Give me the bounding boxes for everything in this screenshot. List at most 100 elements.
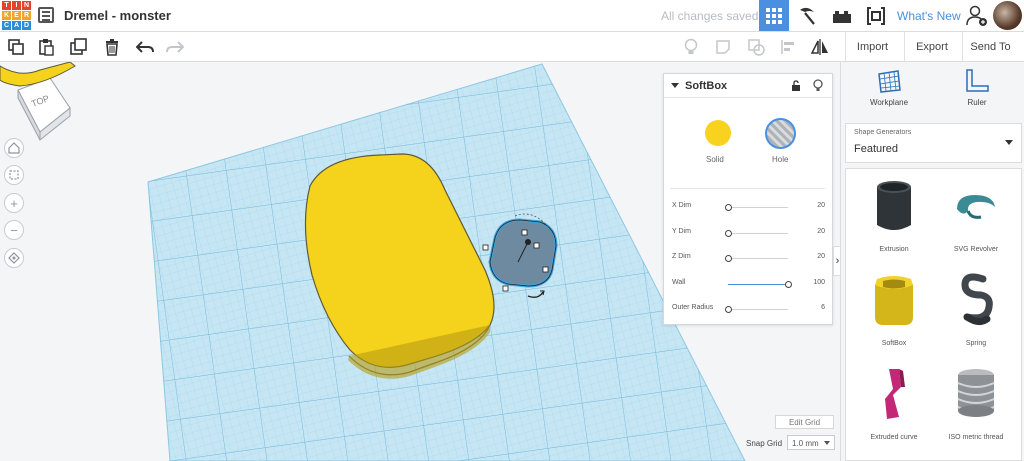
undo-button[interactable] (134, 37, 156, 57)
send-to-button[interactable]: Send To (962, 32, 1018, 61)
hole-label: Hole (772, 155, 789, 164)
thread-icon (957, 369, 995, 417)
property-slider[interactable] (724, 255, 788, 262)
duplicate-button[interactable] (68, 37, 90, 57)
add-user-button[interactable] (964, 0, 990, 31)
3d-design-view-button[interactable] (759, 0, 789, 31)
property-slider[interactable] (728, 280, 792, 288)
bricks-button[interactable] (827, 0, 857, 31)
add-user-icon (966, 5, 987, 26)
shape-library-value: Featured (854, 143, 899, 155)
pickaxe-button[interactable] (792, 0, 822, 31)
pickaxe-icon (800, 7, 815, 25)
svg-revolver-icon (957, 195, 995, 219)
group-button[interactable] (745, 37, 767, 57)
mirror-button[interactable] (809, 37, 831, 57)
property-slider[interactable] (724, 204, 788, 211)
export-button[interactable]: Export (904, 32, 959, 61)
shape-extruded-curve[interactable]: Extruded curve (859, 363, 929, 447)
workplane-label: Workplane (869, 98, 909, 107)
duplicate-icon (70, 38, 87, 55)
align-button[interactable] (777, 37, 799, 57)
copy-icon (8, 39, 24, 55)
solid-label: Solid (706, 155, 724, 164)
user-avatar[interactable] (993, 1, 1022, 30)
delete-button[interactable] (101, 37, 123, 57)
fit-view-button[interactable] (4, 165, 24, 185)
shape-label: SoftBox (881, 340, 907, 347)
logo-letter: T (2, 1, 11, 10)
note-button[interactable] (712, 37, 734, 57)
shape-extrusion[interactable]: Extrusion (859, 175, 929, 259)
shape-spring[interactable]: Spring (941, 269, 1011, 353)
property-value[interactable]: 6 (821, 304, 825, 311)
property-value[interactable]: 20 (817, 202, 825, 209)
lock-icon[interactable] (791, 80, 801, 92)
property-slider[interactable] (724, 229, 788, 237)
property-value[interactable]: 100 (813, 279, 825, 286)
shape-softbox[interactable]: SoftBox (859, 269, 929, 353)
chevron-down-icon (1005, 140, 1013, 145)
slider-handle[interactable] (724, 255, 732, 262)
shape-inspector-panel: SoftBox Solid Hole X Dim 20 Y Dim 20 Z Dim 20… (663, 73, 833, 325)
edit-toolbar: Import Export Send To (0, 32, 1024, 62)
codeblocks-button[interactable] (861, 0, 891, 31)
logo-letter: N (22, 1, 31, 10)
snap-grid-select[interactable]: 1.0 mm (787, 435, 835, 450)
slider-handle[interactable] (724, 204, 732, 211)
align-icon (781, 40, 794, 54)
whats-new-link[interactable]: What's New (897, 9, 961, 23)
home-view-button[interactable] (4, 138, 24, 158)
minus-icon: − (10, 222, 18, 238)
ruler-button[interactable]: Ruler (947, 68, 1007, 120)
paste-button[interactable] (35, 37, 57, 57)
shape-library-select[interactable]: Shape Generators Featured (845, 123, 1022, 163)
shape-svg-revolver[interactable]: SVG Revolver (941, 175, 1011, 259)
property-value[interactable]: 20 (817, 228, 825, 235)
solid-option[interactable] (705, 120, 731, 146)
edit-grid-button[interactable]: Edit Grid (775, 415, 834, 429)
slider-handle[interactable] (724, 229, 732, 237)
shape-label: Extrusion (879, 246, 909, 253)
note-icon (716, 40, 730, 54)
tinkercad-logo[interactable]: T I N K E R C A D (2, 1, 31, 30)
light-bulb-button[interactable] (680, 37, 702, 57)
logo-letter: C (2, 21, 11, 30)
ruler-icon (966, 69, 989, 92)
shape-library-header: Shape Generators (854, 129, 912, 136)
hole-option[interactable] (765, 118, 796, 149)
property-row: Wall 100 (670, 277, 825, 293)
property-row: X Dim 20 (670, 200, 825, 216)
copy-button[interactable] (5, 37, 27, 57)
property-row: Outer Radius 6 (670, 302, 825, 318)
workplane-button[interactable]: Workplane (859, 68, 919, 120)
slider-handle[interactable] (724, 306, 732, 313)
import-button[interactable]: Import (845, 32, 899, 61)
property-label: Outer Radius (672, 304, 714, 311)
redo-button[interactable] (164, 37, 186, 57)
zoom-in-button[interactable]: + (4, 193, 24, 213)
grid-view-icon (766, 7, 782, 24)
logo-letter: E (12, 11, 21, 20)
shape-iso-metric-thread[interactable]: ISO metric thread (941, 363, 1011, 447)
chevron-right-icon: › (835, 255, 840, 267)
code-blocks-icon (867, 6, 885, 25)
slider-handle[interactable] (784, 280, 792, 288)
property-label: X Dim (672, 202, 692, 209)
design-list-icon[interactable] (38, 7, 54, 23)
inspector-header: SoftBox (664, 74, 832, 98)
property-label: Z Dim (672, 253, 691, 260)
divider (670, 188, 825, 189)
extruded-curve-icon (885, 369, 905, 419)
property-value[interactable]: 20 (817, 253, 825, 260)
collapse-caret-icon[interactable] (671, 83, 679, 89)
property-slider[interactable] (724, 306, 788, 313)
brick-icon (833, 10, 851, 23)
design-title[interactable]: Dremel - monster (64, 8, 171, 23)
light-bulb-icon (684, 38, 698, 54)
property-row: Z Dim 20 (670, 251, 825, 267)
perspective-button[interactable] (4, 248, 24, 268)
light-bulb-icon[interactable] (813, 79, 823, 92)
view-cube[interactable]: TOP (17, 77, 71, 142)
zoom-out-button[interactable]: − (4, 220, 24, 240)
